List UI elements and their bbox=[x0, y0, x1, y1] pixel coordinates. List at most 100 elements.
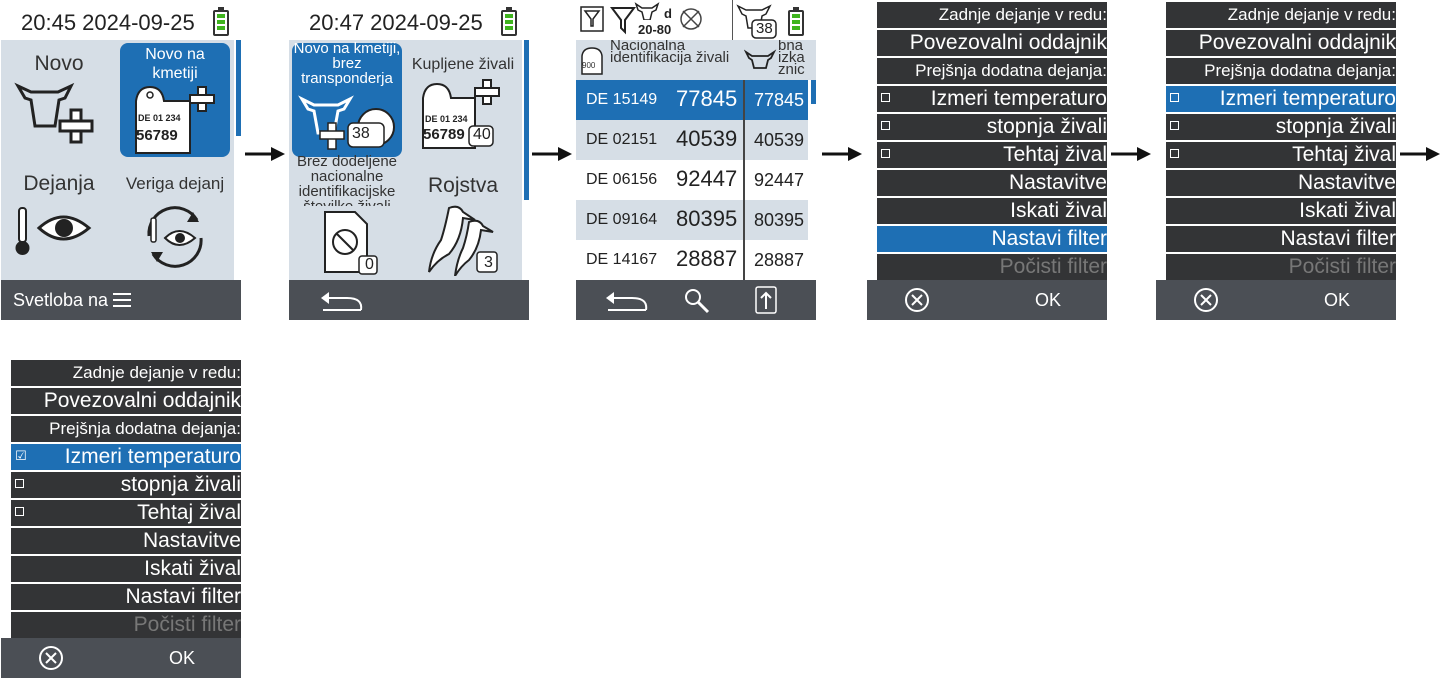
no-transponder-icon bbox=[680, 8, 702, 30]
checkbox[interactable] bbox=[1170, 93, 1179, 102]
thermometer-eye-icon bbox=[15, 207, 92, 255]
menu-option-temperature[interactable]: Izmeri temperaturo bbox=[1166, 86, 1396, 112]
scrollbar[interactable] bbox=[236, 40, 241, 136]
tile-novo-na-kmetiji[interactable]: Novo na kmetiji DE 01 234 56789 bbox=[120, 43, 230, 157]
checkbox[interactable] bbox=[881, 93, 890, 102]
option-label: Tehtaj žival bbox=[1003, 143, 1107, 166]
tile-rojstva[interactable]: Rojstva 3 bbox=[405, 160, 521, 280]
tile-novo-brez-transponderja[interactable]: Novo na kmetiji, brez transponderja 38 bbox=[292, 40, 402, 157]
search-icon[interactable] bbox=[682, 286, 712, 316]
column-header-partial[interactable]: bna izka znic bbox=[778, 40, 808, 80]
menu-item-settings[interactable]: Nastavitve bbox=[11, 528, 241, 554]
cell-country-prefix: DE 14167 bbox=[586, 251, 658, 268]
bottom-bar bbox=[289, 280, 529, 320]
menu-item-settings[interactable]: Nastavitve bbox=[1166, 170, 1396, 196]
tile-label: Rojstva bbox=[427, 174, 499, 197]
menu-item-set-filter[interactable]: Nastavi filter bbox=[877, 226, 1107, 252]
option-label: Tehtaj žival bbox=[137, 501, 241, 524]
menu-option-stage[interactable]: stopnja živali bbox=[11, 472, 241, 498]
tag-number: 56789 bbox=[423, 126, 465, 143]
cow-plus-icon bbox=[14, 82, 94, 144]
menu-icon[interactable] bbox=[113, 293, 131, 307]
menu-header-previous-actions: Prejšnja dodatna dejanja: bbox=[877, 58, 1107, 84]
menu-item-search-animal[interactable]: Iskati žival bbox=[11, 556, 241, 582]
tile-dejanja[interactable]: Dejanja bbox=[1, 160, 117, 280]
column-header-national-id[interactable]: Nacionalna identifikacija živali bbox=[610, 40, 730, 80]
menu-item-settings[interactable]: Nastavitve bbox=[877, 170, 1107, 196]
menu-option-weigh[interactable]: Tehtaj žival bbox=[877, 142, 1107, 168]
menu-option-temperature[interactable]: ☑ Izmeri temperaturo bbox=[11, 444, 241, 470]
tile-label: Kupljene živali bbox=[411, 56, 515, 73]
menu-option-weigh[interactable]: Tehtaj žival bbox=[1166, 142, 1396, 168]
badge-count: 40 bbox=[473, 126, 491, 143]
back-icon[interactable] bbox=[602, 288, 652, 314]
tile-label: Novo na kmetiji, brez transponderja bbox=[293, 40, 401, 87]
tile-grid: Novo Novo na kmetiji DE 01 234 56789 Dej… bbox=[1, 40, 234, 280]
tile-kupljene-zivali[interactable]: Kupljene živali DE 01 234 56789 40 bbox=[405, 40, 521, 160]
cancel-icon[interactable] bbox=[37, 644, 65, 672]
arrow-icon bbox=[1400, 147, 1440, 161]
checkbox[interactable] bbox=[881, 121, 890, 130]
checked-checkbox-icon[interactable]: ☑ bbox=[15, 449, 27, 462]
battery-icon bbox=[788, 7, 804, 36]
menu-header-last-action: Zadnje dejanje v redu: bbox=[11, 360, 241, 386]
arrow-icon bbox=[245, 147, 285, 161]
checkbox[interactable] bbox=[15, 479, 24, 488]
menu-item-set-filter[interactable]: Nastavi filter bbox=[11, 584, 241, 610]
menu-option-temperature[interactable]: Izmeri temperaturo bbox=[877, 86, 1107, 112]
table-row[interactable]: DE 14167 28887 28887 bbox=[576, 240, 808, 280]
cell-country-prefix: DE 09164 bbox=[586, 211, 658, 228]
filter-box-icon[interactable] bbox=[580, 6, 606, 36]
tile-label: Dejanja bbox=[23, 172, 95, 195]
menu-item-clear-filter: Počisti filter bbox=[1166, 254, 1396, 280]
bottom-bar: Svetloba na bbox=[1, 280, 241, 320]
checkbox[interactable] bbox=[881, 149, 890, 158]
menu-header-last-action: Zadnje dejanje v redu: bbox=[877, 2, 1107, 28]
cell-national-id: 28887 bbox=[676, 246, 738, 271]
table-row[interactable]: DE 09164 80395 80395 bbox=[576, 200, 808, 240]
status-bar: d 20-80 38 bbox=[576, 0, 816, 40]
screen-menu-c: Zadnje dejanje v redu: Povezovalni oddaj… bbox=[1, 358, 241, 678]
cell-national-id: 80395 bbox=[676, 206, 738, 231]
export-icon[interactable] bbox=[754, 285, 780, 315]
checkbox[interactable] bbox=[1170, 149, 1179, 158]
light-toggle-label[interactable]: Svetloba na bbox=[13, 290, 108, 311]
cell-national-id: 40539 bbox=[676, 126, 738, 151]
checkbox[interactable] bbox=[1170, 121, 1179, 130]
menu-item-search-animal[interactable]: Iskati žival bbox=[877, 198, 1107, 224]
menu-option-stage[interactable]: stopnja živali bbox=[877, 114, 1107, 140]
menu-item-connection-transmitter[interactable]: Povezovalni oddajnik bbox=[877, 30, 1107, 56]
scrollbar[interactable] bbox=[524, 40, 529, 200]
ok-button[interactable]: OK bbox=[1324, 290, 1350, 311]
ok-button[interactable]: OK bbox=[169, 648, 195, 669]
cell-country-prefix: DE 02151 bbox=[586, 131, 658, 148]
screen-home: 20:45 2024-09-25 Novo Novo na kmetiji DE… bbox=[1, 0, 241, 320]
cancel-icon[interactable] bbox=[903, 286, 931, 314]
tile-novo[interactable]: Novo bbox=[1, 40, 117, 160]
cell-national-id: 77845 bbox=[676, 86, 738, 111]
menu-option-stage[interactable]: stopnja živali bbox=[1166, 114, 1396, 140]
option-label: stopnja živali bbox=[120, 473, 241, 496]
option-label: Izmeri temperaturo bbox=[930, 87, 1107, 110]
menu-item-search-animal[interactable]: Iskati žival bbox=[1166, 198, 1396, 224]
tile-veriga-dejanj[interactable]: Veriga dejanj bbox=[117, 160, 233, 280]
cancel-icon[interactable] bbox=[1192, 286, 1220, 314]
cow-icon bbox=[744, 49, 777, 69]
table-row[interactable]: DE 15149 77845 77845 bbox=[576, 80, 808, 120]
menu-item-set-filter[interactable]: Nastavi filter bbox=[1166, 226, 1396, 252]
menu-item-connection-transmitter[interactable]: Povezovalni oddajnik bbox=[11, 388, 241, 414]
table-row[interactable]: DE 06156 92447 92447 bbox=[576, 160, 808, 200]
bottom-bar bbox=[576, 280, 816, 320]
checkbox[interactable] bbox=[15, 507, 24, 516]
filter-unit: d bbox=[664, 6, 672, 21]
menu-option-weigh[interactable]: Tehtaj žival bbox=[11, 500, 241, 526]
ok-button[interactable]: OK bbox=[1035, 290, 1061, 311]
status-bar: 20:47 2024-09-25 bbox=[289, 0, 529, 40]
scrollbar[interactable] bbox=[811, 80, 816, 104]
table-row[interactable]: DE 02151 40539 40539 bbox=[576, 120, 808, 160]
tile-brez-id[interactable]: Brez dodeljene nacionalne identifikacijs… bbox=[289, 154, 405, 276]
back-icon[interactable] bbox=[317, 288, 367, 314]
cell-partial-id: 28887 bbox=[754, 250, 805, 270]
menu-item-connection-transmitter[interactable]: Povezovalni oddajnik bbox=[1166, 30, 1396, 56]
tag-icon-text: 900 bbox=[582, 61, 596, 70]
